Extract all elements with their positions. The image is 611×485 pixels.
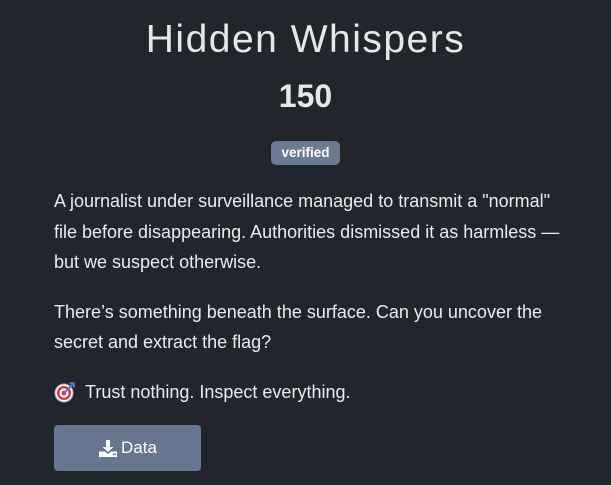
target-icon (54, 381, 75, 403)
challenge-title: Hidden Whispers (145, 18, 466, 61)
description-paragraph-1: A journalist under surveillance managed … (54, 191, 560, 272)
challenge-description: A journalist under surveillance managed … (54, 186, 564, 426)
hint-text: Trust nothing. Inspect everything. (85, 381, 351, 402)
challenge-points: 150 (278, 78, 333, 114)
download-button-label: Data (121, 438, 157, 457)
verified-badge: verified (271, 141, 340, 165)
challenge-card: Hidden Whispers 150 verified A journalis… (0, 0, 611, 485)
download-data-button[interactable]: Data (54, 425, 201, 471)
badge-container: verified (0, 141, 611, 165)
download-icon (99, 439, 118, 457)
description-paragraph-2: There’s something beneath the surface. C… (54, 301, 542, 353)
hint-line: Trust nothing. Inspect everything. (54, 377, 564, 408)
